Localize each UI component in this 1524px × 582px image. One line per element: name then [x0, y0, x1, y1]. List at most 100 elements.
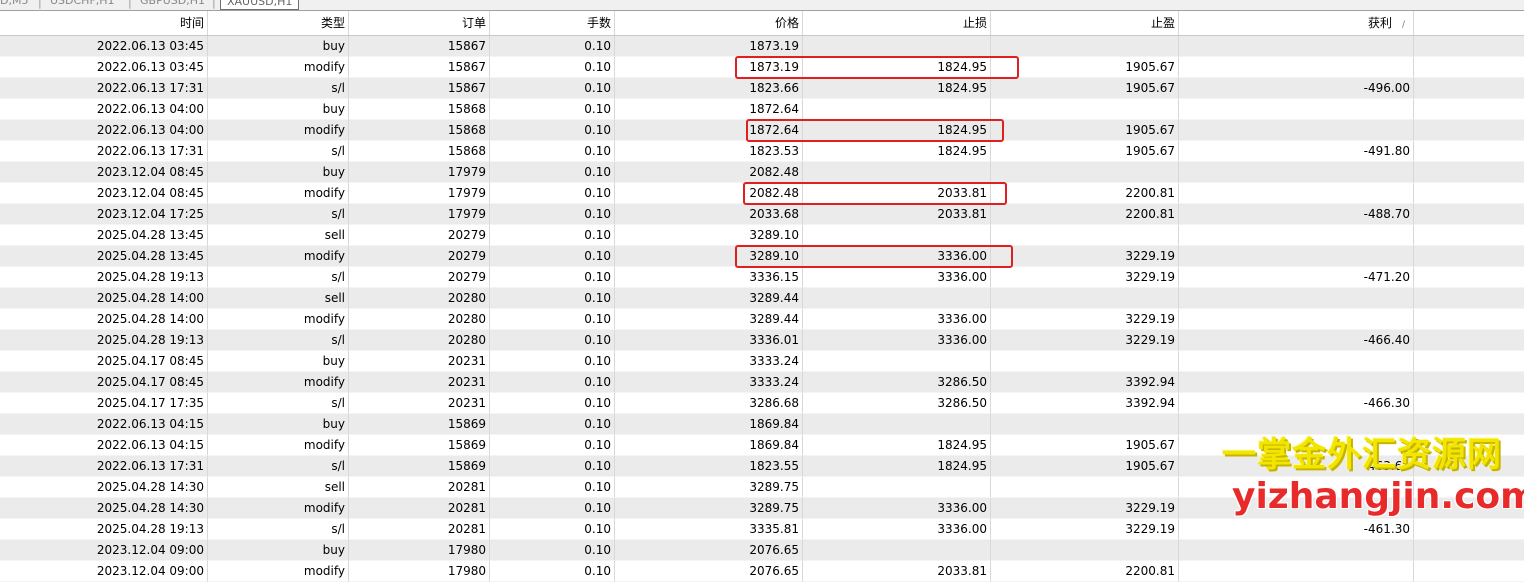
cell-profit: [1179, 162, 1414, 183]
table-row[interactable]: 2022.06.13 04:00 buy 15868 0.10 1872.64: [0, 99, 1524, 120]
cell-take-profit: [991, 162, 1179, 183]
tab-separator: |: [212, 0, 216, 9]
cell-price: 3289.75: [615, 498, 803, 519]
table-row[interactable]: 2022.06.13 04:00 modify 15868 0.10 1872.64 18…: [0, 120, 1524, 141]
cell-time: 2022.06.13 04:00: [0, 99, 208, 120]
cell-stop-loss: 2033.81: [803, 561, 991, 582]
column-header-lots[interactable]: 手数: [490, 11, 615, 35]
cell-price: 1869.84: [615, 414, 803, 435]
cell-type: sell: [208, 477, 349, 498]
table-row[interactable]: 2022.06.13 03:45 buy 15867 0.10 1873.19: [0, 36, 1524, 57]
column-header-price[interactable]: 价格: [615, 11, 803, 35]
table-row[interactable]: 2025.04.17 08:45 buy 20231 0.10 3333.24: [0, 351, 1524, 372]
cell-profit: [1179, 309, 1414, 330]
cell-type: modify: [208, 435, 349, 456]
table-row[interactable]: 2025.04.17 08:45 modify 20231 0.10 3333.24 32…: [0, 372, 1524, 393]
cell-price: 3333.24: [615, 351, 803, 372]
cell-empty: [1414, 246, 1524, 267]
cell-stop-loss: 3336.00: [803, 330, 991, 351]
table-row[interactable]: 2025.04.28 14:00 modify 20280 0.10 3289.44 33…: [0, 309, 1524, 330]
cell-profit: -496.00: [1179, 78, 1414, 99]
table-row[interactable]: 2023.12.04 08:45 modify 17979 0.10 2082.48 20…: [0, 183, 1524, 204]
table-row[interactable]: 2025.04.17 17:35 s/l 20231 0.10 3286.68 3286.…: [0, 393, 1524, 414]
cell-order: 15869: [349, 435, 490, 456]
cell-order: 17980: [349, 540, 490, 561]
column-header-type[interactable]: 类型: [208, 11, 349, 35]
cell-stop-loss: 1824.95: [803, 456, 991, 477]
cell-time: 2023.12.04 09:00: [0, 561, 208, 582]
cell-order: 15867: [349, 78, 490, 99]
cell-lots: 0.10: [490, 372, 615, 393]
cell-type: modify: [208, 372, 349, 393]
tab-2[interactable]: GBPUSD,H1: [140, 0, 205, 8]
cell-price: 2076.65: [615, 561, 803, 582]
column-header-time[interactable]: 时间: [0, 11, 208, 35]
column-header-profit[interactable]: 获利 /: [1179, 11, 1414, 35]
cell-profit: -461.30: [1179, 519, 1414, 540]
cell-stop-loss: 2033.81: [803, 204, 991, 225]
cell-lots: 0.10: [490, 288, 615, 309]
table-row[interactable]: 2025.04.28 19:13 s/l 20281 0.10 3335.81 3336.…: [0, 519, 1524, 540]
table-row[interactable]: 2025.04.28 14:00 sell 20280 0.10 3289.44: [0, 288, 1524, 309]
cell-time: 2022.06.13 03:45: [0, 57, 208, 78]
cell-order: 15868: [349, 141, 490, 162]
cell-stop-loss: [803, 225, 991, 246]
cell-time: 2023.12.04 08:45: [0, 183, 208, 204]
sort-indicator-icon: /: [1401, 20, 1405, 30]
table-row[interactable]: 2025.04.28 19:13 s/l 20280 0.10 3336.01 3336.…: [0, 330, 1524, 351]
cell-empty: [1414, 540, 1524, 561]
cell-take-profit: 1905.67: [991, 141, 1179, 162]
cell-profit: -466.30: [1179, 393, 1414, 414]
cell-type: buy: [208, 162, 349, 183]
cell-take-profit: 3392.94: [991, 372, 1179, 393]
cell-lots: 0.10: [490, 99, 615, 120]
cell-time: 2025.04.28 19:13: [0, 519, 208, 540]
cell-profit: -466.40: [1179, 330, 1414, 351]
table-row[interactable]: 2023.12.04 17:25 s/l 17979 0.10 2033.68 2033.…: [0, 204, 1524, 225]
cell-lots: 0.10: [490, 120, 615, 141]
column-header-stop-loss[interactable]: 止损: [803, 11, 991, 35]
tab-1[interactable]: USDCHF,H1: [50, 0, 115, 8]
table-row[interactable]: 2022.06.13 17:31 s/l 15867 0.10 1823.66 1824.…: [0, 78, 1524, 99]
table-row[interactable]: 2022.06.13 17:31 s/l 15868 0.10 1823.53 1824.…: [0, 141, 1524, 162]
cell-price: 2076.65: [615, 540, 803, 561]
cell-price: 3289.10: [615, 225, 803, 246]
cell-stop-loss: 3336.00: [803, 519, 991, 540]
tab-separator: |: [128, 0, 132, 9]
cell-take-profit: 2200.81: [991, 183, 1179, 204]
cell-stop-loss: 3336.00: [803, 498, 991, 519]
cell-stop-loss: 1824.95: [803, 57, 991, 78]
cell-take-profit: 3392.94: [991, 393, 1179, 414]
cell-order: 20280: [349, 309, 490, 330]
header-label: 止损: [962, 16, 987, 30]
tab-3-active[interactable]: XAUUSD,H1: [220, 0, 300, 10]
cell-stop-loss: [803, 288, 991, 309]
cell-price: 3289.44: [615, 288, 803, 309]
table-row[interactable]: 2023.12.04 09:00 modify 17980 0.10 2076.65 20…: [0, 561, 1524, 582]
table-row[interactable]: 2023.12.04 08:45 buy 17979 0.10 2082.48: [0, 162, 1524, 183]
cell-time: 2022.06.13 03:45: [0, 36, 208, 57]
table-row[interactable]: 2023.12.04 09:00 buy 17980 0.10 2076.65: [0, 540, 1524, 561]
cell-empty: [1414, 141, 1524, 162]
watermark-chinese: 一掌金外汇资源网: [1222, 435, 1502, 475]
cell-empty: [1414, 393, 1524, 414]
cell-type: s/l: [208, 141, 349, 162]
cell-type: s/l: [208, 204, 349, 225]
cell-take-profit: [991, 351, 1179, 372]
cell-time: 2022.06.13 17:31: [0, 456, 208, 477]
cell-lots: 0.10: [490, 204, 615, 225]
table-row[interactable]: 2025.04.28 13:45 modify 20279 0.10 3289.10 33…: [0, 246, 1524, 267]
tab-0[interactable]: D,M5: [0, 0, 28, 8]
table-row[interactable]: 2025.04.28 13:45 sell 20279 0.10 3289.10: [0, 225, 1524, 246]
cell-profit: [1179, 36, 1414, 57]
column-header-take-profit[interactable]: 止盈: [991, 11, 1179, 35]
cell-stop-loss: [803, 162, 991, 183]
cell-take-profit: [991, 540, 1179, 561]
table-row[interactable]: 2025.04.28 19:13 s/l 20279 0.10 3336.15 3336.…: [0, 267, 1524, 288]
cell-stop-loss: [803, 540, 991, 561]
cell-empty: [1414, 330, 1524, 351]
column-header-order[interactable]: 订单: [349, 11, 490, 35]
cell-profit: -471.20: [1179, 267, 1414, 288]
cell-stop-loss: [803, 414, 991, 435]
table-row[interactable]: 2022.06.13 03:45 modify 15867 0.10 1873.19 18…: [0, 57, 1524, 78]
